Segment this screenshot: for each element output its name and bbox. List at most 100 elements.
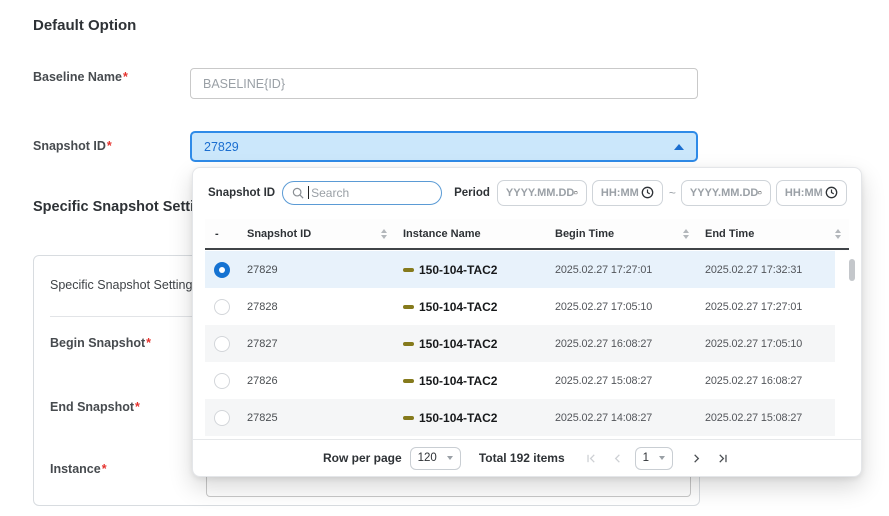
period-start-time-input[interactable]: HH:MM xyxy=(592,180,663,206)
required-asterisk: * xyxy=(146,336,151,350)
sort-icon[interactable] xyxy=(381,229,387,239)
sort-icon[interactable] xyxy=(683,229,689,239)
snapshot-table-body: 27829 150-104-TAC2 2025.02.27 17:27:01 2… xyxy=(205,251,835,436)
page-title: Default Option xyxy=(33,17,136,34)
snapshot-dropdown-panel: Snapshot ID Search Period YYYY.MM.DD HH:… xyxy=(192,167,862,477)
column-header-snapshot-id[interactable]: Snapshot ID xyxy=(239,228,395,240)
table-row[interactable]: 27827 150-104-TAC2 2025.02.27 16:08:27 2… xyxy=(205,325,835,362)
radio-selected-icon[interactable] xyxy=(214,262,230,278)
snapshot-table-header: - Snapshot ID Instance Name Begin Time E… xyxy=(205,219,849,250)
cell-begin-time: 2025.02.27 14:08:27 xyxy=(547,412,697,424)
column-header-end-time-text: End Time xyxy=(705,228,754,240)
table-row[interactable]: 27826 150-104-TAC2 2025.02.27 15:08:27 2… xyxy=(205,362,835,399)
table-row[interactable]: 27825 150-104-TAC2 2025.02.27 14:08:27 2… xyxy=(205,399,835,436)
cell-snapshot-id: 27829 xyxy=(239,264,395,276)
instance-label: Instance* xyxy=(50,462,107,476)
cell-begin-time: 2025.02.27 15:08:27 xyxy=(547,375,697,387)
column-header-select: - xyxy=(205,228,239,240)
calendar-icon xyxy=(758,186,762,199)
previous-page-button[interactable] xyxy=(609,449,627,467)
cell-snapshot-id: 27828 xyxy=(239,301,395,313)
range-separator: ~ xyxy=(669,186,676,200)
first-page-button[interactable] xyxy=(583,449,601,467)
instance-icon xyxy=(403,416,414,420)
table-row[interactable]: 27828 150-104-TAC2 2025.02.27 17:05:10 2… xyxy=(205,288,835,325)
end-time-placeholder: HH:MM xyxy=(785,187,823,199)
cell-end-time: 2025.02.27 15:08:27 xyxy=(697,412,835,424)
baseline-name-input[interactable]: BASELINE{ID} xyxy=(190,68,698,99)
dropdown-filter-bar: Snapshot ID Search Period YYYY.MM.DD HH:… xyxy=(208,179,851,206)
cell-end-time: 2025.02.27 16:08:27 xyxy=(697,375,835,387)
end-snapshot-label: End Snapshot* xyxy=(50,400,140,414)
required-asterisk: * xyxy=(107,139,112,153)
instance-icon xyxy=(403,379,414,383)
chevron-down-icon xyxy=(659,456,665,460)
cell-instance-name: 150-104-TAC2 xyxy=(395,374,547,388)
column-header-begin-time[interactable]: Begin Time xyxy=(547,228,697,240)
column-header-instance-name: Instance Name xyxy=(395,228,547,240)
instance-icon xyxy=(403,305,414,309)
cell-instance-name-text: 150-104-TAC2 xyxy=(419,263,497,277)
radio-unselected-icon[interactable] xyxy=(214,299,230,315)
baseline-name-placeholder: BASELINE{ID} xyxy=(203,77,285,91)
snapshot-id-select[interactable]: 27829 xyxy=(190,131,698,162)
rows-per-page-value: 120 xyxy=(418,452,437,464)
end-snapshot-label-text: End Snapshot xyxy=(50,400,134,414)
last-page-icon xyxy=(717,453,728,464)
rows-per-page-select[interactable]: 120 xyxy=(410,447,461,470)
instance-icon xyxy=(403,342,414,346)
cell-instance-name: 150-104-TAC2 xyxy=(395,411,547,425)
cell-instance-name-text: 150-104-TAC2 xyxy=(419,300,497,314)
chevron-up-icon xyxy=(674,144,684,150)
search-placeholder: Search xyxy=(311,186,349,200)
rows-per-page-label: Row per page xyxy=(323,451,402,465)
chevron-left-icon xyxy=(612,453,623,464)
cell-snapshot-id: 27827 xyxy=(239,338,395,350)
radio-unselected-icon[interactable] xyxy=(214,336,230,352)
cell-instance-name: 150-104-TAC2 xyxy=(395,263,547,277)
period-start-date-input[interactable]: YYYY.MM.DD xyxy=(497,180,587,206)
required-asterisk: * xyxy=(135,400,140,414)
period-end-time-input[interactable]: HH:MM xyxy=(776,180,847,206)
radio-unselected-icon[interactable] xyxy=(214,410,230,426)
period-end-date-input[interactable]: YYYY.MM.DD xyxy=(681,180,771,206)
instance-icon xyxy=(403,268,414,272)
column-header-snapshot-id-text: Snapshot ID xyxy=(247,228,311,240)
page-number-value: 1 xyxy=(643,452,649,464)
first-page-icon xyxy=(586,453,597,464)
clock-icon xyxy=(825,186,838,199)
sort-icon[interactable] xyxy=(835,229,841,239)
total-items-text: Total 192 items xyxy=(479,451,565,465)
cell-end-time: 2025.02.27 17:05:10 xyxy=(697,338,835,350)
required-asterisk: * xyxy=(123,70,128,84)
last-page-button[interactable] xyxy=(713,449,731,467)
start-time-placeholder: HH:MM xyxy=(601,187,639,199)
required-asterisk: * xyxy=(102,462,107,476)
page-number-select[interactable]: 1 xyxy=(635,447,673,470)
end-date-placeholder: YYYY.MM.DD xyxy=(690,187,758,199)
snapshot-id-label-text: Snapshot ID xyxy=(33,139,106,153)
begin-snapshot-label-text: Begin Snapshot xyxy=(50,336,145,350)
cell-end-time: 2025.02.27 17:32:31 xyxy=(697,264,835,276)
filter-snapshot-id-label: Snapshot ID xyxy=(208,187,275,199)
column-header-end-time[interactable]: End Time xyxy=(697,228,849,240)
column-header-begin-time-text: Begin Time xyxy=(555,228,614,240)
cell-begin-time: 2025.02.27 16:08:27 xyxy=(547,338,697,350)
baseline-name-label: Baseline Name* xyxy=(33,70,128,84)
dropdown-footer: Row per page 120 Total 192 items 1 xyxy=(193,439,861,476)
start-date-placeholder: YYYY.MM.DD xyxy=(506,187,574,199)
vertical-scrollbar[interactable] xyxy=(849,259,855,281)
search-icon xyxy=(292,187,304,199)
next-page-button[interactable] xyxy=(687,449,705,467)
cell-instance-name-text: 150-104-TAC2 xyxy=(419,337,497,351)
cell-instance-name-text: 150-104-TAC2 xyxy=(419,374,497,388)
chevron-right-icon xyxy=(691,453,702,464)
radio-unselected-icon[interactable] xyxy=(214,373,230,389)
calendar-icon xyxy=(574,186,578,199)
cell-snapshot-id: 27826 xyxy=(239,375,395,387)
cell-instance-name: 150-104-TAC2 xyxy=(395,337,547,351)
table-row[interactable]: 27829 150-104-TAC2 2025.02.27 17:27:01 2… xyxy=(205,251,835,288)
snapshot-search-input[interactable]: Search xyxy=(282,181,442,205)
chevron-down-icon xyxy=(447,456,453,460)
baseline-name-label-text: Baseline Name xyxy=(33,70,122,84)
